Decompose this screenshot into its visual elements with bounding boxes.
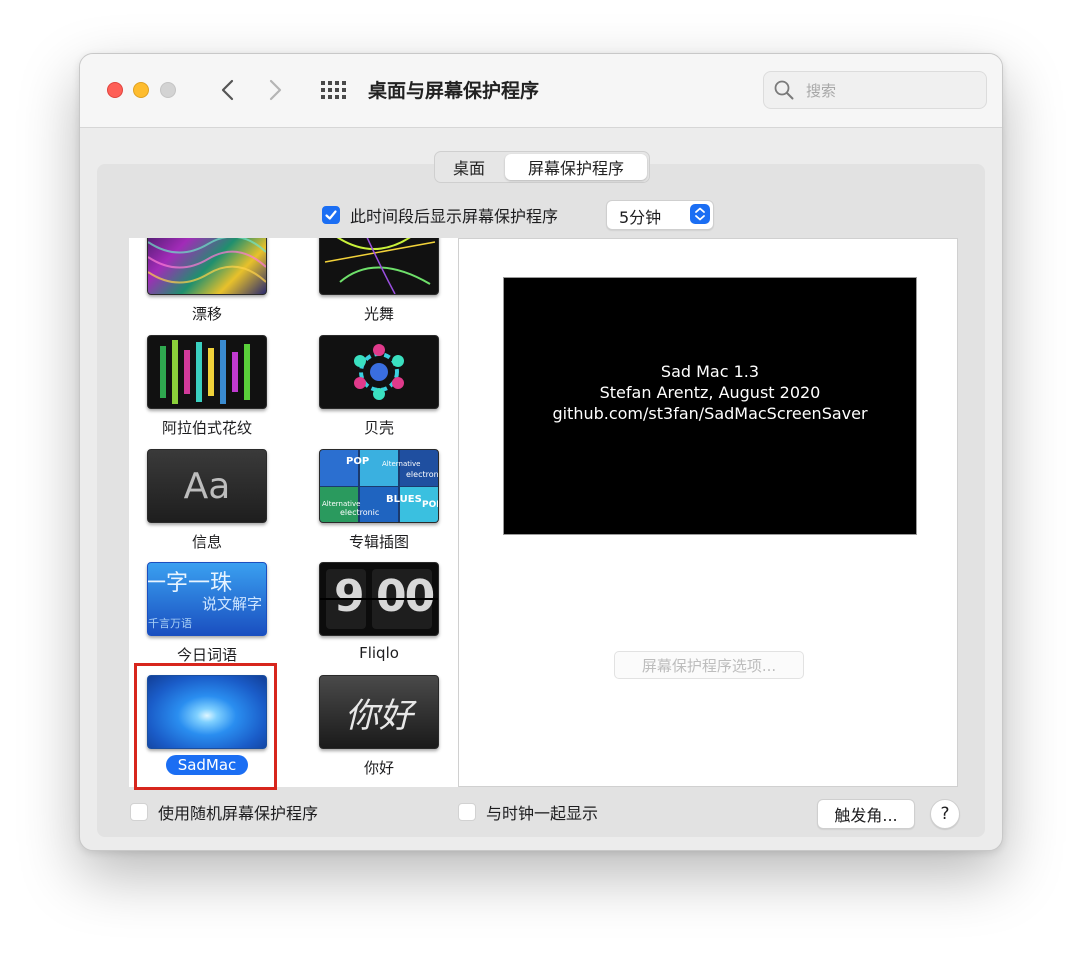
album-word: POP: [422, 500, 438, 510]
saver-label: 漂移: [191, 305, 222, 323]
forward-button[interactable]: [260, 73, 290, 107]
checkmark-icon: [325, 210, 337, 220]
chevron-left-icon: [221, 79, 234, 101]
show-after-row: 此时间段后显示屏幕保护程序: [322, 201, 558, 229]
show-clock-row: 与时钟一起显示: [458, 798, 598, 826]
saver-fliqlo[interactable]: 9 00 Fliqlo: [319, 562, 439, 662]
tab-desktop[interactable]: 桌面: [435, 152, 503, 182]
album-word: Alternative: [382, 460, 421, 468]
shell-thumbnail: [319, 335, 439, 409]
show-after-label: 此时间段后显示屏幕保护程序: [350, 207, 559, 226]
saver-album-artwork[interactable]: POP Alternative electronic BLUES POP Alt…: [319, 449, 439, 552]
saver-message[interactable]: Aa 信息: [147, 449, 267, 552]
aa-text: Aa: [183, 465, 231, 507]
grid-icon: [321, 81, 346, 99]
arabesque-thumbnail: [147, 335, 267, 409]
search-input[interactable]: [804, 78, 978, 104]
album-word: BLUES: [386, 494, 422, 505]
tab-screen-saver[interactable]: 屏幕保护程序: [505, 154, 647, 180]
preview-line-2: Stefan Arentz, August 2020: [599, 382, 821, 402]
show-all-button[interactable]: [320, 80, 348, 100]
saver-label: 光舞: [363, 305, 394, 323]
message-thumbnail: Aa: [147, 449, 267, 523]
random-saver-row: 使用随机屏幕保护程序: [130, 798, 318, 826]
search-icon: [774, 80, 794, 100]
saver-drift[interactable]: 漂移: [147, 238, 267, 324]
preview-line-3: github.com/st3fan/SadMacScreenSaver: [552, 403, 868, 423]
saver-label: 阿拉伯式花纹: [161, 419, 252, 437]
album-word: Alternative: [322, 500, 361, 508]
saver-label: 你好: [363, 759, 394, 777]
album-artwork-thumbnail: POP Alternative electronic BLUES POP Alt…: [319, 449, 439, 523]
close-button[interactable]: [107, 82, 123, 98]
tab-segmented-control: 桌面 屏幕保护程序: [434, 151, 650, 183]
preferences-window: 桌面与屏幕保护程序 桌面 屏幕保护程序 此时间段后显示屏幕保护程序 5分钟: [79, 53, 1003, 851]
preview-line-1: Sad Mac 1.3: [660, 361, 760, 381]
chevron-right-icon: [269, 79, 282, 101]
word-line: 千言万语: [148, 617, 192, 630]
saver-label: Fliqlo: [359, 644, 399, 662]
help-button[interactable]: ?: [930, 799, 960, 829]
search-field[interactable]: [763, 71, 987, 109]
album-word: electronic: [340, 508, 380, 517]
sadmac-thumbnail: [147, 675, 267, 749]
album-word: POP: [346, 456, 370, 467]
saver-sadmac[interactable]: SadMac: [147, 675, 267, 775]
back-button[interactable]: [213, 73, 243, 107]
preview-screen: Sad Mac 1.3 Stefan Arentz, August 2020 g…: [503, 277, 917, 535]
album-word: electronic: [406, 470, 439, 479]
saver-label: 专辑插图: [348, 533, 409, 551]
flurry-thumbnail: [319, 238, 439, 295]
saver-flurry[interactable]: 光舞: [319, 238, 439, 324]
minimize-button[interactable]: [133, 82, 149, 98]
saver-label: 今日词语: [176, 646, 237, 664]
drift-thumbnail: [147, 238, 267, 295]
screen-saver-options-button[interactable]: 屏幕保护程序选项...: [614, 651, 804, 679]
saver-hello[interactable]: 你好 你好: [319, 675, 439, 778]
saver-label: 信息: [191, 533, 222, 551]
idle-time-value: 5分钟: [619, 208, 662, 227]
window-title: 桌面与屏幕保护程序: [368, 80, 540, 102]
hello-thumbnail: 你好: [319, 675, 439, 749]
saver-label: 贝壳: [363, 419, 394, 437]
word-line: 说文解字: [202, 595, 263, 613]
saver-arabesque[interactable]: 阿拉伯式花纹: [147, 335, 267, 438]
idle-time-select[interactable]: 5分钟: [606, 200, 714, 230]
hello-text: 你好: [345, 695, 413, 736]
saver-shell[interactable]: 贝壳: [319, 335, 439, 438]
random-saver-label: 使用随机屏幕保护程序: [158, 804, 319, 823]
show-clock-label: 与时钟一起显示: [486, 804, 599, 823]
saver-word-of-the-day[interactable]: 一字一珠 说文解字 千言万语 今日词语: [147, 562, 267, 665]
zoom-button[interactable]: [160, 82, 176, 98]
preview-pane: Sad Mac 1.3 Stefan Arentz, August 2020 g…: [458, 238, 958, 787]
random-saver-checkbox[interactable]: [130, 803, 148, 821]
saver-label-selected: SadMac: [165, 755, 249, 775]
show-clock-checkbox[interactable]: [458, 803, 476, 821]
screen-saver-list[interactable]: 漂移 光舞 阿拉伯式花纹 贝壳 Aa 信息 POP Alternative el…: [129, 238, 458, 787]
fliqlo-thumbnail: 9 00: [319, 562, 439, 636]
show-after-checkbox[interactable]: [322, 206, 340, 224]
fliqlo-hour: 9: [334, 571, 365, 622]
word-of-the-day-thumbnail: 一字一珠 说文解字 千言万语: [147, 562, 267, 636]
hot-corners-button[interactable]: 触发角...: [817, 799, 915, 829]
fliqlo-minute: 00: [376, 571, 435, 622]
title-bar: 桌面与屏幕保护程序: [80, 54, 1002, 128]
stepper-arrows-icon: [690, 204, 710, 224]
